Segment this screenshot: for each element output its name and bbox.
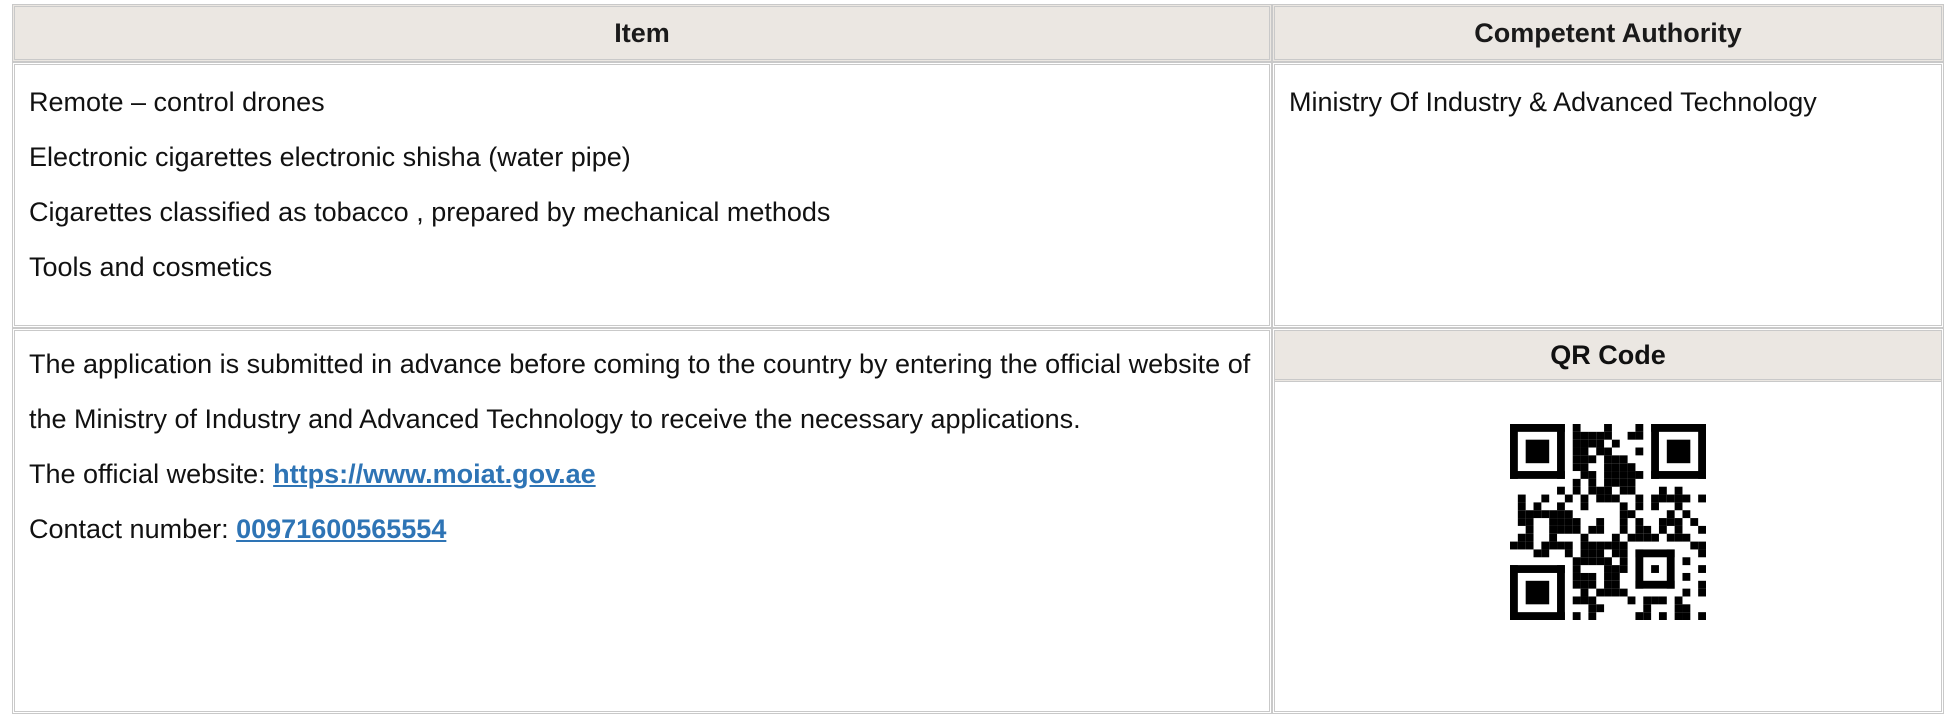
item-line: Remote – control drones	[29, 87, 325, 117]
item-line: Electronic cigarettes electronic shisha …	[29, 142, 631, 172]
authority-name: Ministry Of Industry & Advanced Technolo…	[1289, 87, 1817, 117]
qr-code-header: QR Code	[1275, 331, 1941, 382]
authority-cell: Ministry Of Industry & Advanced Technolo…	[1272, 62, 1944, 328]
contact-label: Contact number:	[29, 514, 237, 544]
item-line: Tools and cosmetics	[29, 252, 273, 282]
header-row: Item Competent Authority	[12, 4, 1944, 62]
items-row: Remote – control drones Electronic cigar…	[12, 62, 1944, 328]
website-line: The official website: https://www.moiat.…	[29, 447, 1255, 502]
import-requirements-table: Item Competent Authority Remote – contro…	[12, 4, 1944, 714]
contact-line: Contact number: 00971600565554	[29, 502, 1255, 557]
instructions-cell: The application is submitted in advance …	[12, 328, 1272, 714]
item-line: Cigarettes classified as tobacco , prepa…	[29, 197, 831, 227]
header-competent-authority: Competent Authority	[1272, 4, 1944, 62]
qr-code-icon	[1510, 424, 1706, 620]
website-link[interactable]: https://www.moiat.gov.ae	[273, 459, 596, 489]
website-label: The official website:	[29, 459, 274, 489]
document-sheet: Item Competent Authority Remote – contro…	[12, 4, 1944, 715]
contact-number-link[interactable]: 00971600565554	[236, 514, 446, 544]
header-item: Item	[12, 4, 1272, 62]
items-cell: Remote – control drones Electronic cigar…	[12, 62, 1272, 328]
instructions-row: The application is submitted in advance …	[12, 328, 1944, 714]
instructions-text: The application is submitted in advance …	[29, 349, 1251, 434]
qr-cell: QR Code	[1272, 328, 1944, 714]
